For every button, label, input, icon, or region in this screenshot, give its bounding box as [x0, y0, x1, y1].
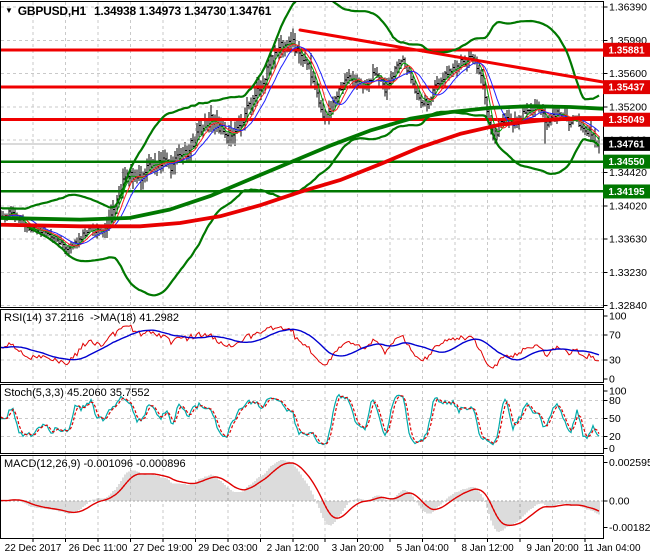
stochastic-axis: 1008050200	[603, 386, 627, 455]
rsi-label: RSI(14) 37.2116 ->MA(18) 41.2982	[4, 312, 179, 324]
svg-text:9 Jan 20:00: 9 Jan 20:00	[526, 543, 579, 554]
svg-text:1.33230: 1.33230	[609, 267, 647, 279]
svg-text:-0.001828: -0.001828	[609, 522, 650, 534]
rsi-axis: 100 70 30 0	[603, 311, 627, 386]
mt4-chart-window: 1.363901.359901.356001.352001.348101.344…	[0, 0, 650, 560]
macd-histogram	[1, 460, 600, 532]
lower-band	[1, 110, 600, 297]
symbol-title: GBPUSD,H1	[17, 4, 86, 18]
svg-text:100: 100	[609, 311, 627, 323]
stochastic-lines	[1, 393, 600, 446]
svg-text:80: 80	[609, 395, 621, 407]
ohlc-values: 1.34938 1.34973 1.34730 1.34761	[93, 4, 272, 18]
svg-text:26 Dec 11:00: 26 Dec 11:00	[69, 543, 128, 554]
svg-text:1.36390: 1.36390	[609, 2, 647, 14]
svg-text:3 Jan 20:00: 3 Jan 20:00	[332, 543, 385, 554]
time-axis[interactable]: 22 Dec 2017 26 Dec 11:00 27 Dec 19:00 29 De…	[5, 538, 641, 555]
svg-text:0: 0	[609, 443, 615, 455]
svg-text:29 Dec 03:00: 29 Dec 03:00	[198, 543, 258, 554]
svg-text:22 Dec 2017: 22 Dec 2017	[5, 543, 62, 554]
symbol-dropdown-icon[interactable]: ▼	[5, 7, 13, 15]
svg-text:27 Dec 19:00: 27 Dec 19:00	[133, 543, 193, 554]
svg-text:50: 50	[609, 413, 621, 425]
svg-text:8 Jan 12:00: 8 Jan 12:00	[461, 543, 514, 554]
svg-text:20: 20	[609, 431, 621, 443]
svg-text:11 Jan 04:00: 11 Jan 04:00	[583, 543, 641, 554]
svg-text:5 Jan 04:00: 5 Jan 04:00	[397, 543, 450, 554]
svg-text:1.35437: 1.35437	[608, 83, 645, 94]
svg-text:30: 30	[609, 355, 621, 367]
svg-text:0.00: 0.00	[609, 495, 630, 507]
svg-text:2 Jan 12:00: 2 Jan 12:00	[267, 543, 320, 554]
macd-axis: 0.002595 0.00 -0.001828	[603, 457, 650, 534]
svg-text:1.34020: 1.34020	[609, 201, 647, 213]
svg-text:0.002595: 0.002595	[609, 457, 650, 469]
svg-text:1.35200: 1.35200	[609, 102, 647, 114]
rsi-lines	[1, 324, 600, 369]
svg-text:70: 70	[609, 329, 621, 341]
svg-text:0: 0	[609, 374, 615, 386]
candlesticks	[1, 28, 600, 256]
price-axis[interactable]: 1.363901.359901.356001.352001.348101.344…	[603, 2, 650, 312]
slow-moving-averages	[1, 104, 603, 229]
svg-text:1.34195: 1.34195	[608, 187, 645, 198]
macd-label: MACD(12,26,9) -0.001096 -0.000896	[4, 458, 186, 470]
svg-text:1.33630: 1.33630	[609, 233, 647, 245]
stoch-label: Stoch(5,3,3) 45.2060 35.7552	[4, 387, 150, 399]
alligator-lines	[1, 42, 600, 248]
svg-text:1.34420: 1.34420	[609, 167, 647, 179]
svg-text:1.34550: 1.34550	[608, 157, 645, 168]
svg-text:1.35049: 1.35049	[608, 115, 645, 126]
svg-text:1.35881: 1.35881	[608, 45, 645, 56]
chart-header: ▼ GBPUSD,H1 1.34938 1.34973 1.34730 1.34…	[5, 4, 271, 18]
bollinger-bands	[1, 2, 600, 297]
svg-text:1.34761: 1.34761	[608, 139, 645, 150]
svg-text:1.35600: 1.35600	[609, 68, 647, 80]
price-chart-canvas[interactable]: 1.363901.359901.356001.352001.348101.344…	[0, 0, 650, 560]
